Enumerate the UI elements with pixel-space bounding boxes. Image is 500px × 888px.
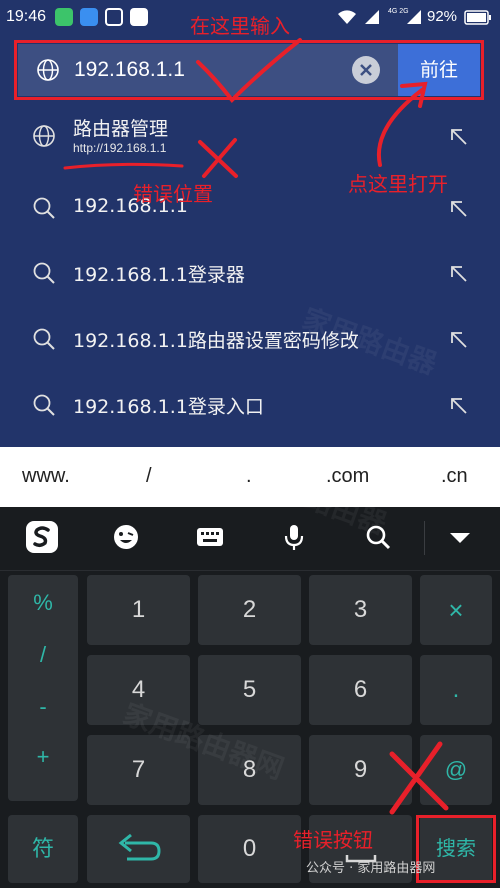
wechat-watermark: 公众号 · 家用路由器网 — [306, 861, 436, 876]
